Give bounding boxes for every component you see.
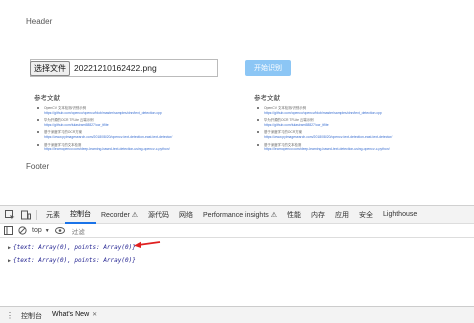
reference-item: 华为开源的OCR TFLite 云端示例 https://github.com/t… <box>34 118 234 127</box>
eye-icon[interactable] <box>54 227 65 234</box>
chevron-down-icon: ▼ <box>44 227 50 234</box>
tab-console[interactable]: 控制台 <box>65 206 96 224</box>
reference-item: 基于深度学习的OCR方案 https://www.pyimagesearch.co… <box>254 130 454 139</box>
reference-link[interactable]: https://github.com/opencv/opencv/blob/ma… <box>264 111 454 116</box>
start-recognition-button[interactable]: 开始识别 <box>245 60 291 76</box>
reference-item: OpenCV 文本检测/识别示例 https://github.com/openc… <box>34 106 234 115</box>
console-output: ▶ {text: Array(0), points: Array(0)} ▶ {… <box>0 238 474 267</box>
reference-link[interactable]: https://github.com/tulasiram58827/ocr_tf… <box>44 123 234 128</box>
filter-input[interactable]: 过滤 <box>70 226 110 236</box>
tab-memory[interactable]: 内存 <box>306 206 330 224</box>
close-icon[interactable]: ✕ <box>92 311 97 318</box>
console-log-text: {text: Array(0), points: Array(0)} <box>13 244 136 251</box>
reference-item: 基于深度学习的OCR方案 https://www.pyimagesearch.co… <box>34 130 234 139</box>
reference-item: 基于深度学习的文本检测 https://learnopencv.com/deep-… <box>34 143 234 152</box>
page-footer: Footer <box>26 162 50 171</box>
reference-item: 基于深度学习的文本检测 https://learnopencv.com/deep-… <box>254 143 454 152</box>
drawer-tab-console[interactable]: 控制台 <box>16 307 47 323</box>
device-toolbar-icon[interactable] <box>20 209 32 221</box>
reference-item: OpenCV 文本检测/识别示例 https://github.com/openc… <box>254 106 454 115</box>
context-value: top <box>32 227 42 234</box>
choose-file-button[interactable]: 选择文件 <box>30 60 70 76</box>
tab-security[interactable]: 安全 <box>354 206 378 224</box>
selected-file-name: 20221210162422.png <box>74 63 157 73</box>
console-log-entry[interactable]: ▶ {text: Array(0), points: Array(0)} <box>0 254 474 267</box>
references-title: 参考文献 <box>34 95 60 102</box>
drawer-menu-icon[interactable]: ⋮ <box>4 310 16 322</box>
page-header: Header <box>26 17 53 26</box>
drawer-tab-whats-new[interactable]: What's New ✕ <box>47 307 103 323</box>
expand-triangle-icon[interactable]: ▶ <box>8 245 11 251</box>
console-log-text: {text: Array(0), points: Array(0)} <box>13 257 136 264</box>
references-right: 参考文献 OpenCV 文本检测/识别示例 https://github.com/… <box>254 92 454 155</box>
reference-link[interactable]: https://github.com/tulasiram58827/ocr_tf… <box>264 123 454 128</box>
console-filterbar: top ▼ 过滤 <box>0 224 474 238</box>
tab-performance[interactable]: 性能 <box>282 206 306 224</box>
drawer-tab-whats-new-label: What's New <box>52 311 90 318</box>
reference-link[interactable]: https://learnopencv.com/deep-learning-ba… <box>264 147 454 152</box>
tab-recorder[interactable]: Recorder ⚠ <box>96 206 143 224</box>
reference-link[interactable]: https://learnopencv.com/deep-learning-ba… <box>44 147 234 152</box>
divider <box>36 209 37 220</box>
tab-network[interactable]: 网络 <box>174 206 198 224</box>
tab-elements[interactable]: 元素 <box>41 206 65 224</box>
clear-console-icon[interactable] <box>18 226 27 235</box>
references-title: 参考文献 <box>254 95 280 102</box>
devtools-panel: 元素 控制台 Recorder ⚠ 源代码 网络 Performance ins… <box>0 205 474 323</box>
file-input[interactable]: 选择文件 20221210162422.png <box>30 60 157 76</box>
reference-link[interactable]: https://www.pyimagesearch.com/2018/08/20… <box>44 135 234 140</box>
tab-lighthouse[interactable]: Lighthouse <box>378 206 422 224</box>
inspect-element-icon[interactable] <box>4 209 16 221</box>
tab-sources[interactable]: 源代码 <box>143 206 174 224</box>
devtools-drawer: ⋮ 控制台 What's New ✕ <box>0 306 474 323</box>
tab-application[interactable]: 应用 <box>330 206 354 224</box>
annotation-arrow <box>134 241 161 248</box>
expand-triangle-icon[interactable]: ▶ <box>8 258 11 264</box>
reference-link[interactable]: https://github.com/opencv/opencv/blob/ma… <box>44 111 234 116</box>
references-left: 参考文献 OpenCV 文本检测/识别示例 https://github.com/… <box>34 92 234 155</box>
tab-performance-insights[interactable]: Performance insights ⚠ <box>198 206 282 224</box>
sidebar-toggle-icon[interactable] <box>4 226 13 235</box>
devtools-tabbar: 元素 控制台 Recorder ⚠ 源代码 网络 Performance ins… <box>0 206 474 224</box>
console-log-entry[interactable]: ▶ {text: Array(0), points: Array(0)} <box>0 241 474 254</box>
context-select[interactable]: top ▼ <box>32 227 50 234</box>
reference-link[interactable]: https://www.pyimagesearch.com/2018/08/20… <box>264 135 454 140</box>
reference-item: 华为开源的OCR TFLite 云端示例 https://github.com/t… <box>254 118 454 127</box>
